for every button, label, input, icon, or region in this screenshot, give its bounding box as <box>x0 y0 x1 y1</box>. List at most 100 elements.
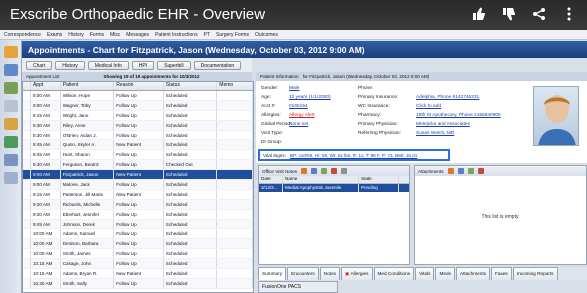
menu-patient-instructions[interactable]: Patient Instructions <box>155 32 198 38</box>
table-row[interactable]: 8:00 AM Wagner, Toby Follow Up Scheduled <box>23 100 253 111</box>
global-period-value[interactable]: None set <box>289 122 308 127</box>
row-select-cell <box>23 100 31 110</box>
table-row[interactable]: 8:15 AM Wright, Jane Follow Up Scheduled <box>23 110 253 121</box>
wc-insurance-add-link[interactable]: Click to add <box>416 104 441 109</box>
table-row[interactable]: 10:00 AM Smith, James Follow Up Scheduled <box>23 249 253 260</box>
tab-meds[interactable]: Meds <box>435 267 455 280</box>
hpi-button[interactable]: HPI <box>131 60 155 70</box>
menu-correspondence[interactable]: Correspondence <box>4 32 41 38</box>
table-row[interactable]: 10:15 AM Adams, Bryan R. New Patient Schedu… <box>23 269 253 279</box>
table-row[interactable]: 9:30 AM Eberhart, Jennifer Follow Up Schedu… <box>23 209 253 220</box>
thumbs-up-icon[interactable] <box>471 7 487 24</box>
more-icon[interactable] <box>561 7 577 24</box>
edit-note-icon[interactable] <box>311 168 318 174</box>
chart-button[interactable]: Chart <box>26 60 53 70</box>
appointments-icon[interactable] <box>3 46 18 58</box>
list-icon[interactable] <box>3 100 18 112</box>
settings-icon[interactable] <box>3 172 18 184</box>
primary-insurance-value[interactable]: Adelphia, Phone 8142746231 <box>416 95 479 100</box>
appt-status: Scheduled <box>164 180 218 189</box>
column-state[interactable]: State <box>359 176 399 183</box>
table-row[interactable]: 10:00 AM Adams, Samuel Follow Up Scheduled <box>23 229 253 240</box>
add-attachment-icon[interactable] <box>447 168 454 174</box>
delete-note-icon[interactable] <box>331 168 338 174</box>
patient-name: Denison, Barbara <box>61 239 115 249</box>
referring-physician-value[interactable]: Susan Welch, MD <box>416 131 454 136</box>
pharmacy-value[interactable]: 18th St Apothecary, Phone 2155640900 <box>416 113 501 118</box>
tab-faxes[interactable]: Faxes <box>491 267 512 280</box>
menu-pt[interactable]: PT <box>204 32 210 38</box>
table-row[interactable]: 8:00 AM Wilson, Hope Follow Up Scheduled <box>23 91 253 101</box>
tab-vitals[interactable]: Vitals <box>415 267 435 280</box>
office-visit-notes-header: Date Name State <box>259 176 409 184</box>
appt-reason: Follow Up <box>114 209 164 219</box>
appt-reason: Follow Up <box>114 100 164 110</box>
medical-info-button[interactable]: Medical Info <box>87 60 129 70</box>
tab-incoming-reports[interactable]: Incoming Reports <box>512 267 558 280</box>
menu-history[interactable]: History <box>68 32 84 38</box>
documents-icon[interactable] <box>3 82 18 94</box>
thumbs-down-icon[interactable] <box>501 7 517 24</box>
office-visit-note-row[interactable]: 3/13/2... Medial Apophysitis Juvenile Pe… <box>259 184 409 192</box>
scan-icon[interactable] <box>467 168 474 174</box>
table-row[interactable]: 10:00 AM Denison, Barbara Follow Up Schedul… <box>23 239 253 250</box>
column-date[interactable]: Date <box>259 176 283 183</box>
superbill-button[interactable]: Superbill <box>157 60 191 70</box>
tab-med-conditions[interactable]: Med Conditions <box>373 267 415 280</box>
column-status[interactable]: Status <box>164 82 218 90</box>
allergy-alert-link[interactable]: Allergy Alert <box>289 113 315 118</box>
table-row[interactable]: 8:30 AM O'Brien, Aidan J. Follow Up Schedul… <box>23 130 253 141</box>
print-note-icon[interactable] <box>321 168 328 174</box>
table-row[interactable]: 8:45 AM Hunt, Sharon Follow Up Scheduled <box>23 150 253 161</box>
appointment-list-header: Appt Patient Reason Status Memo <box>23 82 253 91</box>
calendar-icon[interactable] <box>3 64 18 76</box>
view-attachment-icon[interactable] <box>457 168 464 174</box>
column-memo[interactable]: Memo <box>217 82 253 90</box>
menu-forms[interactable]: Forms <box>90 32 104 38</box>
tab-attachments[interactable]: Attachments <box>455 267 490 280</box>
mail-icon[interactable] <box>3 154 18 166</box>
column-reason[interactable]: Reason <box>114 82 164 90</box>
refresh-icon[interactable] <box>341 168 348 174</box>
appt-time: 8:30 AM <box>31 130 61 140</box>
remove-attachment-icon[interactable] <box>477 168 484 174</box>
fusionone-pacs-tab[interactable]: FusionOne PACS <box>258 281 338 293</box>
history-button[interactable]: History <box>55 60 85 70</box>
primary-physician-value[interactable]: Metejicka and Associates <box>416 122 470 127</box>
table-row[interactable]: 10:30 AM Smith, Sally Follow Up Scheduled <box>23 278 253 289</box>
table-row[interactable]: 9:00 AM Malone, Jack Follow Up Scheduled <box>23 180 253 190</box>
new-note-icon[interactable] <box>301 168 308 174</box>
column-patient[interactable]: Patient <box>61 82 115 90</box>
chart-icon[interactable] <box>3 136 18 148</box>
table-row[interactable]: 9:00 AM Fitzpatrick, Jason New Patient Sche… <box>23 170 253 181</box>
tab-notes[interactable]: Notes <box>319 267 341 280</box>
menu-exams[interactable]: Exams <box>47 32 62 38</box>
age-value[interactable]: 12 years (1/1/2000) <box>289 95 331 100</box>
people-icon[interactable] <box>3 118 18 130</box>
table-row[interactable]: 8:45 AM Quinn, Skyler A. New Patient Schedu… <box>23 140 253 151</box>
table-row[interactable]: 8:30 AM Riley, Anne Follow Up Scheduled <box>23 120 253 131</box>
table-row[interactable]: 9:30 AM Richards, Michelle Follow Up Schedu… <box>23 199 253 210</box>
appt-reason: Follow Up <box>114 219 164 229</box>
table-row[interactable]: 9:15 AM Patterson, Jill Marie New Patient S… <box>23 189 253 200</box>
tab-summary[interactable]: Summary <box>258 267 287 280</box>
tab-allergies[interactable]: ▣ Allergies <box>341 267 373 280</box>
table-row[interactable]: 9:45 AM Johnson, Derek Follow Up Scheduled <box>23 219 253 230</box>
menu-outcomes[interactable]: Outcomes <box>255 32 278 38</box>
attachments-panel: Attachments This list is empty. <box>414 165 587 265</box>
tab-encounters[interactable]: Encounters <box>287 267 319 280</box>
vital-signs-value[interactable]: BP: 110/55, Ht: 59, Wt: 62 lbs, R: 11, T… <box>290 153 417 158</box>
menu-misc[interactable]: Misc <box>110 32 120 38</box>
column-name[interactable]: Name <box>283 176 359 183</box>
menu-messages[interactable]: Messages <box>126 32 149 38</box>
acct-value[interactable]: 0165154 <box>289 104 308 109</box>
table-row[interactable]: 10:15 AM Casage, John Follow Up Scheduled <box>23 259 253 270</box>
share-icon[interactable] <box>531 7 547 24</box>
chart-tabs: Summary Encounters Notes ▣ Allergies Med… <box>258 267 587 280</box>
column-appt[interactable]: Appt <box>31 82 61 90</box>
table-row[interactable]: 8:30 AM Ferguson, Beatriz Follow Up Checked… <box>23 160 253 171</box>
gender-value[interactable]: Male <box>289 86 299 91</box>
menu-surgery-forms[interactable]: Surgery Forms <box>216 32 249 38</box>
row-select-cell <box>23 189 31 199</box>
documentation-button[interactable]: Documentation <box>193 60 242 70</box>
